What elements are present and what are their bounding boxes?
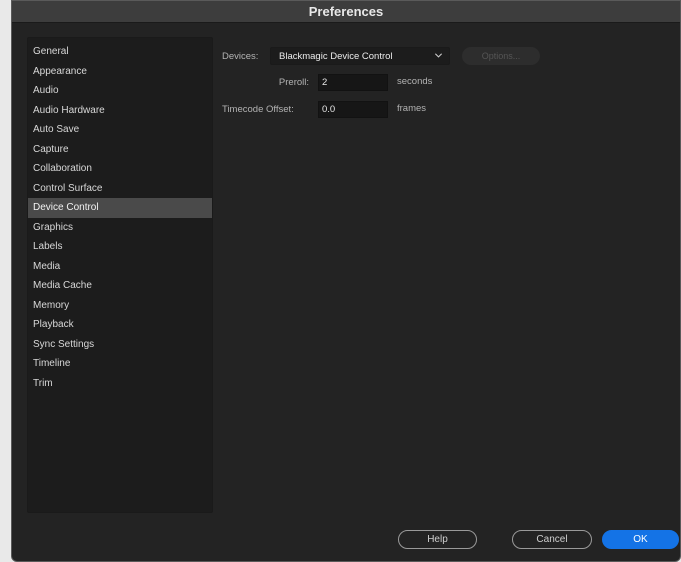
preroll-unit: seconds [397, 76, 433, 87]
sidebar-item-control-surface[interactable]: Control Surface [28, 179, 212, 199]
devices-row: Devices: [222, 47, 258, 65]
devices-dropdown-value: Blackmagic Device Control [279, 50, 393, 62]
ok-button[interactable]: OK [602, 530, 679, 549]
sidebar-item-auto-save[interactable]: Auto Save [28, 120, 212, 140]
sidebar-item-general[interactable]: General [28, 42, 212, 62]
preroll-label: Preroll: [278, 77, 309, 88]
cancel-button[interactable]: Cancel [512, 530, 592, 549]
dialog-title: Preferences [308, 4, 384, 19]
timecode-row: Timecode Offset: [222, 101, 294, 118]
preferences-dialog: Preferences General Appearance Audio Audio … [11, 0, 681, 562]
sidebar-item-media-cache[interactable]: Media Cache [28, 276, 212, 296]
sidebar-item-memory[interactable]: Memory [28, 296, 212, 316]
chevron-down-icon [434, 53, 443, 58]
devices-dropdown[interactable]: Blackmagic Device Control [270, 47, 450, 65]
devices-label: Devices: [222, 50, 259, 62]
sidebar-item-labels[interactable]: Labels [28, 237, 212, 257]
sidebar-item-timeline[interactable]: Timeline [28, 354, 212, 374]
sidebar-item-device-control[interactable]: Device Control [28, 198, 212, 218]
help-button[interactable]: Help [398, 530, 477, 549]
options-button[interactable]: Options... [462, 47, 540, 65]
sidebar-item-collaboration[interactable]: Collaboration [28, 159, 212, 179]
sidebar-item-playback[interactable]: Playback [28, 315, 212, 335]
preferences-sidebar: General Appearance Audio Audio Hardware Auto… [27, 37, 213, 513]
sidebar-item-audio-hardware[interactable]: Audio Hardware [28, 101, 212, 121]
sidebar-item-audio[interactable]: Audio [28, 81, 212, 101]
sidebar-item-sync-settings[interactable]: Sync Settings [28, 335, 212, 355]
preroll-row: Preroll: [222, 74, 309, 91]
sidebar-item-media[interactable]: Media [28, 257, 212, 277]
sidebar-item-trim[interactable]: Trim [28, 374, 212, 394]
preroll-input[interactable]: 2 [318, 74, 388, 91]
timecode-offset-input[interactable]: 0.0 [318, 101, 388, 118]
timecode-offset-unit: frames [397, 103, 427, 114]
sidebar-item-capture[interactable]: Capture [28, 140, 212, 160]
sidebar-item-appearance[interactable]: Appearance [28, 62, 212, 82]
sidebar-item-graphics[interactable]: Graphics [28, 218, 212, 238]
sidebar-list: General Appearance Audio Audio Hardware Auto… [28, 38, 212, 393]
title-bar: Preferences [12, 1, 680, 23]
timecode-offset-label: Timecode Offset: [222, 104, 294, 115]
